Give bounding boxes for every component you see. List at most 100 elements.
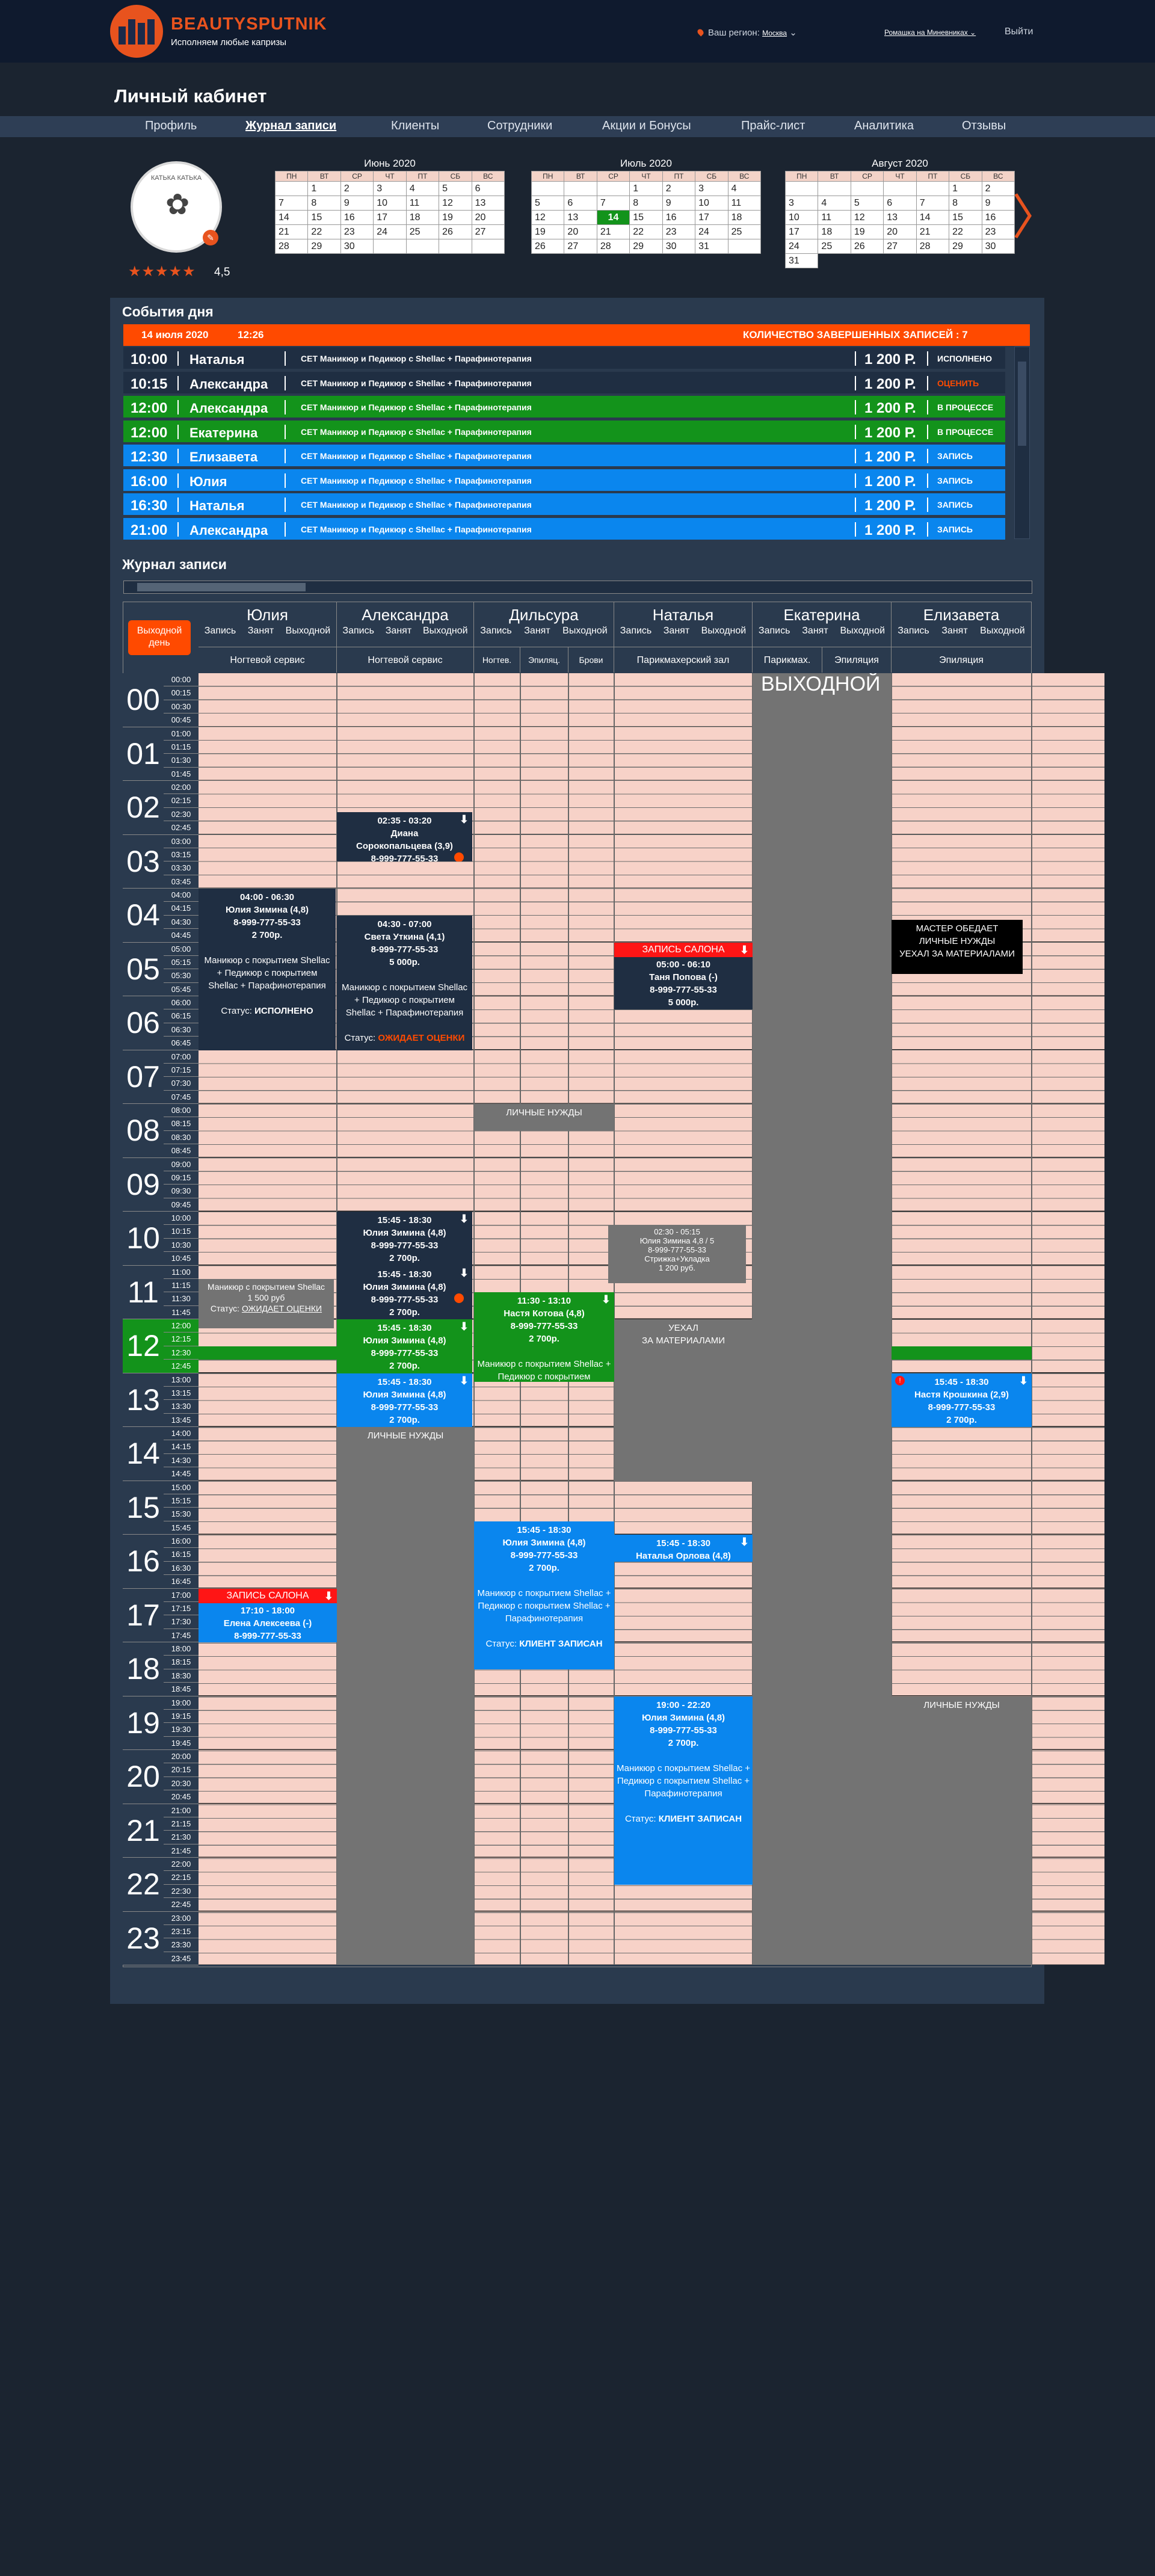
quarter-label[interactable]: 22:00: [164, 1858, 199, 1872]
calendar-day[interactable]: 16: [340, 211, 374, 225]
arrow-down-icon[interactable]: ⬇: [740, 944, 749, 957]
calendar-day[interactable]: 19: [532, 225, 565, 239]
event-row[interactable]: 16:00 Юлия СЕТ Маникюр и Педикюр с Shell…: [123, 469, 1005, 492]
calendar-day[interactable]: 7: [597, 196, 630, 211]
quarter-label[interactable]: 20:00: [164, 1750, 199, 1764]
appointment-card[interactable]: ⬇ 15:45 - 18:30 Юлия Зимина (4,8) 8-999-777…: [337, 1265, 472, 1319]
master-name[interactable]: Елизавета: [892, 606, 1031, 624]
appointment-card[interactable]: ⬇ 15:45 - 18:30 Юлия Зимина (4,8) 8-999-777…: [337, 1319, 472, 1373]
calendar-day[interactable]: 17: [786, 225, 819, 239]
brand-name[interactable]: BEAUTYSPUTNIK: [171, 14, 327, 34]
calendar-day[interactable]: 20: [564, 225, 597, 239]
calendar-day[interactable]: 10: [374, 196, 407, 211]
calendar-day[interactable]: 21: [597, 225, 630, 239]
arrow-down-icon[interactable]: ⬇: [602, 1293, 611, 1306]
calendar-day[interactable]: 20: [472, 211, 505, 225]
quarter-label[interactable]: 07:00: [164, 1050, 199, 1064]
event-status[interactable]: ОЦЕНИТЬ: [937, 378, 979, 388]
calendar-day[interactable]: 29: [949, 239, 982, 254]
arrow-down-icon[interactable]: ⬇: [460, 1375, 469, 1387]
event-status[interactable]: ЗАПИСЬ: [937, 500, 973, 510]
calendar-day[interactable]: 15: [630, 211, 663, 225]
quarter-label[interactable]: 00:30: [164, 700, 199, 714]
event-row[interactable]: 12:00 Екатерина СЕТ Маникюр и Педикюр с …: [123, 420, 1005, 443]
quarter-label[interactable]: 10:45: [164, 1252, 199, 1266]
quarter-label[interactable]: 18:00: [164, 1642, 199, 1656]
arrow-down-icon[interactable]: ⬇: [460, 1213, 469, 1225]
calendar-day[interactable]: 4: [818, 196, 851, 211]
appointment-card[interactable]: ! ⬇ 15:45 - 18:30 Настя Крошкина (2,9) 8-999…: [892, 1373, 1032, 1427]
quarter-label[interactable]: 06:30: [164, 1023, 199, 1037]
calendar-day[interactable]: 11: [406, 196, 440, 211]
quarter-label[interactable]: 01:15: [164, 741, 199, 754]
calendar-day[interactable]: [728, 239, 761, 254]
calendar-day[interactable]: [884, 182, 917, 196]
calendar-day[interactable]: [818, 182, 851, 196]
calendar-day[interactable]: 12: [532, 211, 565, 225]
appointment-card[interactable]: ЗАПИСЬ САЛОНА ⬇ 05:00 - 06:10 Таня Попова (…: [614, 942, 753, 1010]
quarter-label[interactable]: 07:30: [164, 1077, 199, 1091]
logo-icon[interactable]: [110, 5, 163, 58]
quarter-label[interactable]: 12:15: [164, 1333, 199, 1346]
quarter-label[interactable]: 18:15: [164, 1656, 199, 1669]
quarter-label[interactable]: 00:15: [164, 686, 199, 700]
quarter-label[interactable]: 02:00: [164, 781, 199, 795]
quarter-label[interactable]: 09:45: [164, 1198, 199, 1212]
calendar-day[interactable]: 26: [532, 239, 565, 254]
event-row[interactable]: 21:00 Александра СЕТ Маникюр и Педикюр с…: [123, 517, 1005, 541]
calendar-day[interactable]: 17: [374, 211, 407, 225]
quarter-label[interactable]: 09:15: [164, 1171, 199, 1185]
calendar-day[interactable]: 20: [884, 225, 917, 239]
calendar-day[interactable]: 5: [532, 196, 565, 211]
calendar-day[interactable]: 1: [308, 182, 341, 196]
appointment-card[interactable]: ⬇ 15:45 - 18:30 Юлия Зимина (4,8) 8-999-777…: [337, 1373, 472, 1427]
master-name[interactable]: Наталья: [614, 606, 752, 624]
quarter-label[interactable]: 14:45: [164, 1467, 199, 1481]
calendar-day[interactable]: 21: [276, 225, 309, 239]
calendar-day[interactable]: 15: [949, 211, 982, 225]
calendar-day[interactable]: 5: [851, 196, 884, 211]
master-name[interactable]: Юлия: [199, 606, 336, 624]
quarter-label[interactable]: 11:30: [164, 1292, 199, 1306]
scroll-thumb[interactable]: [1018, 362, 1026, 446]
calendar-day[interactable]: 15: [308, 211, 341, 225]
quarter-label[interactable]: 01:30: [164, 754, 199, 768]
nav-staff[interactable]: Сотрудники: [487, 119, 552, 133]
calendar-day[interactable]: 27: [884, 239, 917, 254]
dayoff-column[interactable]: ВЫХОДНОЙ: [753, 673, 892, 1965]
quarter-label[interactable]: 12:00: [164, 1319, 199, 1333]
quarter-label[interactable]: 12:30: [164, 1346, 199, 1360]
quarter-label[interactable]: 21:30: [164, 1831, 199, 1844]
calendar-day[interactable]: [472, 239, 505, 254]
calendar-day[interactable]: 3: [374, 182, 407, 196]
calendar-day[interactable]: 16: [982, 211, 1015, 225]
calendar-day[interactable]: 26: [851, 239, 884, 254]
calendar-day[interactable]: 31: [786, 254, 819, 268]
quarter-label[interactable]: 09:00: [164, 1158, 199, 1171]
quarter-label[interactable]: 04:30: [164, 916, 199, 929]
calendar-day[interactable]: 13: [884, 211, 917, 225]
journal-hscrollbar[interactable]: [123, 581, 1032, 594]
calendar-day[interactable]: 24: [786, 239, 819, 254]
salon-selector[interactable]: Ромашка на Миневниках ⌄: [884, 28, 976, 37]
quarter-label[interactable]: 19:00: [164, 1696, 199, 1710]
quarter-label[interactable]: 17:45: [164, 1629, 199, 1643]
event-row[interactable]: 10:00 Наталья СЕТ Маникюр и Педикюр с Sh…: [123, 347, 1005, 370]
quarter-label[interactable]: 21:00: [164, 1804, 199, 1817]
quarter-label[interactable]: 13:30: [164, 1400, 199, 1414]
calendar-day[interactable]: 22: [949, 225, 982, 239]
event-row[interactable]: 16:30 Наталья СЕТ Маникюр и Педикюр с Sh…: [123, 493, 1005, 516]
quarter-label[interactable]: 00:00: [164, 673, 199, 687]
quarter-label[interactable]: 03:45: [164, 875, 199, 889]
calendar-day[interactable]: 7: [916, 196, 950, 211]
calendar-day[interactable]: 8: [630, 196, 663, 211]
quarter-label[interactable]: 14:30: [164, 1454, 199, 1468]
calendar-day[interactable]: [851, 182, 884, 196]
quarter-label[interactable]: 18:30: [164, 1669, 199, 1683]
appointment-card[interactable]: 04:30 - 07:00 Света Уткина (4,1) 8-999-777…: [337, 915, 472, 1050]
calendar-day[interactable]: 1: [630, 182, 663, 196]
calendar-day[interactable]: 12: [851, 211, 884, 225]
quarter-label[interactable]: 05:30: [164, 969, 199, 983]
nav-profile[interactable]: Профиль: [145, 119, 197, 133]
calendar-day[interactable]: 30: [982, 239, 1015, 254]
